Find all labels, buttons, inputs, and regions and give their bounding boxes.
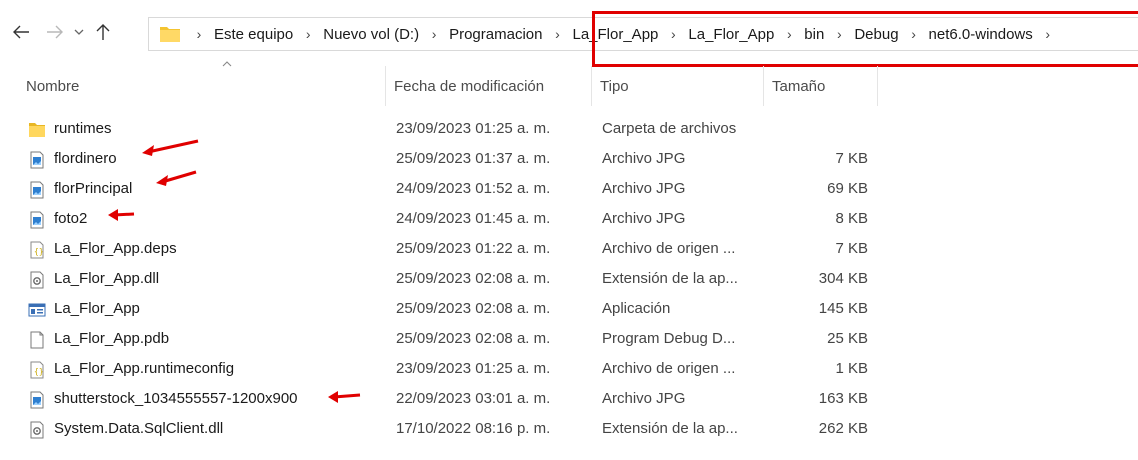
chevron-down-icon[interactable] — [72, 20, 86, 44]
file-row[interactable]: shutterstock_1034555557-1200x900 22/09/20… — [0, 384, 1138, 414]
svg-text:{}: {} — [34, 367, 44, 376]
breadcrumb-separator-icon[interactable]: › — [296, 26, 320, 42]
breadcrumb-separator-icon[interactable]: › — [661, 26, 685, 42]
file-name[interactable]: La_Flor_App.runtimeconfig — [54, 354, 234, 384]
file-row[interactable]: {} La_Flor_App.runtimeconfig 23/09/2023 01… — [0, 354, 1138, 384]
file-type: Aplicación — [602, 300, 671, 317]
column-header-name[interactable]: Nombre — [18, 66, 386, 106]
breadcrumb-separator-icon[interactable]: › — [827, 26, 851, 42]
file-type: Program Debug D... — [602, 330, 736, 347]
navigation-toolbar: › Este equipo › Nuevo vol (D:) › Program… — [0, 0, 1138, 67]
breadcrumb-item[interactable]: net6.0-windows — [926, 26, 1036, 43]
file-name[interactable]: flordinero — [54, 144, 117, 174]
blank-file-icon — [28, 330, 46, 349]
file-date: 25/09/2023 02:08 a. m. — [396, 330, 551, 347]
file-name[interactable]: La_Flor_App.dll — [54, 264, 159, 294]
svg-text:{}: {} — [34, 247, 44, 256]
breadcrumb-separator-icon[interactable]: › — [902, 26, 926, 42]
file-date: 17/10/2022 08:16 p. m. — [396, 420, 551, 437]
column-headers: Nombre Fecha de modificación Tipo Tamaño — [0, 66, 1138, 106]
file-row[interactable]: La_Flor_App 25/09/2023 02:08 a. m. Aplicac… — [0, 294, 1138, 324]
breadcrumb-separator-icon[interactable]: › — [545, 26, 569, 42]
file-size: 7 KB — [835, 240, 868, 257]
file-date: 22/09/2023 03:01 a. m. — [396, 390, 551, 407]
file-name[interactable]: La_Flor_App.deps — [54, 234, 177, 264]
file-date: 25/09/2023 01:37 a. m. — [396, 150, 551, 167]
address-bar[interactable]: › Este equipo › Nuevo vol (D:) › Program… — [148, 17, 1138, 51]
file-type: Archivo JPG — [602, 210, 686, 227]
file-row[interactable]: {} La_Flor_App.deps 25/09/2023 01:22 a. m.… — [0, 234, 1138, 264]
json-file-icon: {} — [28, 360, 46, 379]
jpg-file-icon — [28, 180, 46, 199]
forward-arrow-icon[interactable] — [44, 20, 66, 44]
breadcrumb-item[interactable]: Programacion — [446, 26, 545, 43]
file-name[interactable]: florPrincipal — [54, 174, 132, 204]
file-type: Archivo JPG — [602, 390, 686, 407]
file-size: 8 KB — [835, 210, 868, 227]
folder-icon — [159, 24, 181, 44]
breadcrumb-separator-icon[interactable]: › — [777, 26, 801, 42]
file-date: 24/09/2023 01:45 a. m. — [396, 210, 551, 227]
file-row[interactable]: La_Flor_App.pdb 25/09/2023 02:08 a. m. Pro… — [0, 324, 1138, 354]
column-header-size[interactable]: Tamaño — [764, 66, 878, 106]
file-name[interactable]: System.Data.SqlClient.dll — [54, 414, 223, 444]
folder-icon — [28, 120, 46, 138]
breadcrumb-item[interactable]: Nuevo vol (D:) — [320, 26, 422, 43]
column-header-type[interactable]: Tipo — [592, 66, 764, 106]
exe-file-icon — [28, 300, 46, 318]
jpg-file-icon — [28, 210, 46, 229]
back-arrow-icon[interactable] — [10, 20, 32, 44]
file-type: Carpeta de archivos — [602, 120, 737, 137]
breadcrumb-item[interactable]: Este equipo — [211, 26, 296, 43]
file-list: runtimes 23/09/2023 01:25 a. m. Carpeta de… — [0, 114, 1138, 444]
file-type: Archivo de origen ... — [602, 360, 736, 377]
breadcrumb-item[interactable]: bin — [801, 26, 827, 43]
file-row[interactable]: System.Data.SqlClient.dll 17/10/2022 08:1… — [0, 414, 1138, 444]
file-date: 24/09/2023 01:52 a. m. — [396, 180, 551, 197]
file-size: 145 KB — [818, 300, 868, 317]
file-size: 304 KB — [818, 270, 868, 287]
breadcrumb-separator-icon: › — [196, 26, 202, 42]
file-row[interactable]: flordinero 25/09/2023 01:37 a. m. Archivo … — [0, 144, 1138, 174]
file-type: Extensión de la ap... — [602, 420, 738, 437]
breadcrumb-separator-icon[interactable]: › — [422, 26, 446, 42]
file-name[interactable]: foto2 — [54, 204, 87, 234]
file-date: 23/09/2023 01:25 a. m. — [396, 120, 551, 137]
file-type: Archivo de origen ... — [602, 240, 736, 257]
file-size: 163 KB — [818, 390, 868, 407]
column-header-date[interactable]: Fecha de modificación — [386, 66, 592, 106]
file-explorer-window: › Este equipo › Nuevo vol (D:) › Program… — [0, 0, 1138, 460]
file-row[interactable]: foto2 24/09/2023 01:45 a. m. Archivo JPG 8 … — [0, 204, 1138, 234]
file-date: 25/09/2023 02:08 a. m. — [396, 300, 551, 317]
file-row[interactable]: La_Flor_App.dll 25/09/2023 02:08 a. m. Ext… — [0, 264, 1138, 294]
dll-file-icon — [28, 420, 46, 439]
file-name[interactable]: shutterstock_1034555557-1200x900 — [54, 384, 298, 414]
file-size: 25 KB — [827, 330, 868, 347]
file-type: Archivo JPG — [602, 150, 686, 167]
breadcrumb-item[interactable]: La_Flor_App — [685, 26, 777, 43]
up-arrow-icon[interactable] — [92, 20, 114, 44]
file-size — [764, 114, 868, 144]
file-size: 69 KB — [827, 180, 868, 197]
file-row[interactable]: runtimes 23/09/2023 01:25 a. m. Carpeta de… — [0, 114, 1138, 144]
file-date: 25/09/2023 01:22 a. m. — [396, 240, 551, 257]
breadcrumb-item[interactable]: La_Flor_App — [569, 26, 661, 43]
file-row[interactable]: florPrincipal 24/09/2023 01:52 a. m. Archi… — [0, 174, 1138, 204]
file-type: Extensión de la ap... — [602, 270, 738, 287]
file-name[interactable]: runtimes — [54, 114, 112, 144]
dll-file-icon — [28, 270, 46, 289]
file-date: 23/09/2023 01:25 a. m. — [396, 360, 551, 377]
jpg-file-icon — [28, 390, 46, 409]
file-name[interactable]: La_Flor_App — [54, 294, 140, 324]
jpg-file-icon — [28, 150, 46, 169]
file-size: 1 KB — [835, 360, 868, 377]
json-file-icon: {} — [28, 240, 46, 259]
breadcrumb-item[interactable]: Debug — [851, 26, 901, 43]
file-size: 7 KB — [835, 150, 868, 167]
file-size: 262 KB — [818, 420, 868, 437]
file-date: 25/09/2023 02:08 a. m. — [396, 270, 551, 287]
file-type: Archivo JPG — [602, 180, 686, 197]
file-name[interactable]: La_Flor_App.pdb — [54, 324, 169, 354]
breadcrumb-separator-icon[interactable]: › — [1036, 26, 1060, 42]
